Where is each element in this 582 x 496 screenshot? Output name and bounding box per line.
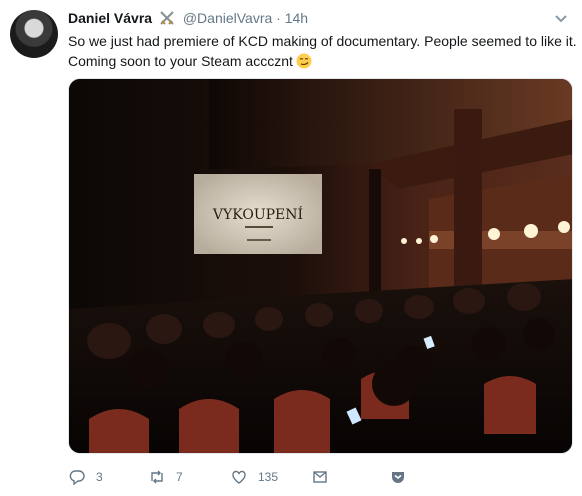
tweet-photo[interactable]: VYKOUPENÍ — [68, 78, 573, 454]
tweet-actions: 3 7 135 — [68, 468, 573, 490]
pocket-icon — [392, 472, 404, 483]
tweet-text: So we just had premiere of KCD making of… — [68, 31, 577, 71]
chevron-down-icon[interactable] — [552, 12, 570, 26]
envelope-icon — [313, 471, 327, 483]
reply-icon — [69, 470, 85, 486]
retweet-button[interactable]: 7 — [148, 468, 183, 486]
author-avatar[interactable] — [10, 10, 58, 58]
tweet-text-line-2: Coming soon to your Steam acccznt — [68, 51, 573, 71]
direct-message-button[interactable] — [311, 468, 339, 486]
crossed-swords-icon — [159, 11, 175, 29]
author-name[interactable]: Daniel Vávra — [68, 10, 152, 26]
smirk-emoji-icon — [296, 53, 312, 69]
tweet-header: Daniel Vávra @DanielVavra · 14h — [68, 9, 308, 29]
reply-count: 3 — [96, 470, 103, 484]
heart-icon — [232, 470, 246, 484]
screen-title: VYKOUPENÍ — [212, 205, 303, 223]
like-count: 135 — [258, 470, 279, 484]
pocket-button[interactable] — [389, 468, 417, 486]
tweet-text-line-1: So we just had premiere of KCD making of… — [68, 33, 577, 49]
author-handle[interactable]: @DanielVavra — [183, 10, 272, 26]
like-button[interactable]: 135 — [230, 468, 278, 486]
reply-button[interactable]: 3 — [68, 468, 103, 486]
header-separator: · — [276, 10, 281, 26]
retweet-count: 7 — [176, 470, 183, 484]
tweet-text-line-2-content: Coming soon to your Steam acccznt — [68, 53, 293, 69]
retweet-icon — [151, 470, 163, 484]
tweet-timestamp[interactable]: 14h — [285, 10, 308, 26]
